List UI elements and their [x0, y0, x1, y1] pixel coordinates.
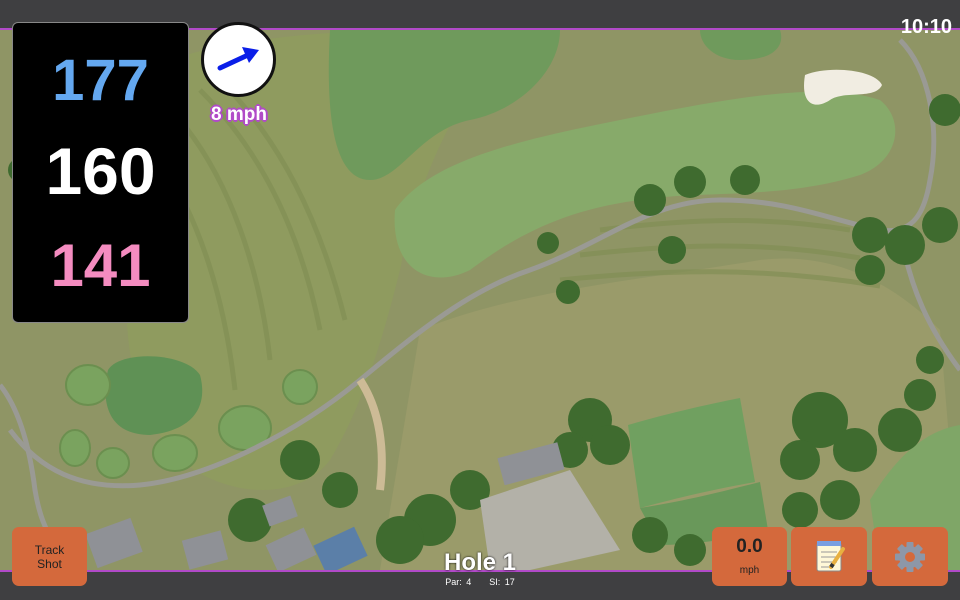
gear-icon [895, 542, 925, 572]
distance-panel: 177 160 141 [12, 22, 189, 323]
arrow-icon [217, 47, 259, 71]
distance-back: 177 [52, 48, 149, 113]
speed-unit: mph [739, 565, 760, 576]
hole-par: Par: 4 [445, 577, 472, 587]
distance-front: 141 [50, 232, 151, 299]
hole-si: SI: 17 [489, 577, 515, 587]
settings-button[interactable] [872, 527, 948, 586]
speed-button[interactable]: 0.0 mph [712, 527, 787, 586]
wind-indicator [201, 22, 276, 97]
track-shot-button[interactable]: Track Shot [12, 527, 87, 586]
hole-title: Hole 1 [443, 549, 517, 576]
hole-info: Par: 4 SI: 17 [380, 577, 580, 587]
notes-button[interactable] [791, 527, 867, 586]
wind-speed: 8 mph [211, 104, 267, 125]
status-time: 10:10 [900, 16, 952, 38]
notepad-icon [816, 541, 845, 572]
distance-middle: 160 [45, 134, 156, 208]
track-shot-label-line2: Shot [37, 557, 62, 571]
speed-value: 0.0 [736, 536, 763, 557]
track-shot-label-line1: Track [34, 543, 65, 557]
